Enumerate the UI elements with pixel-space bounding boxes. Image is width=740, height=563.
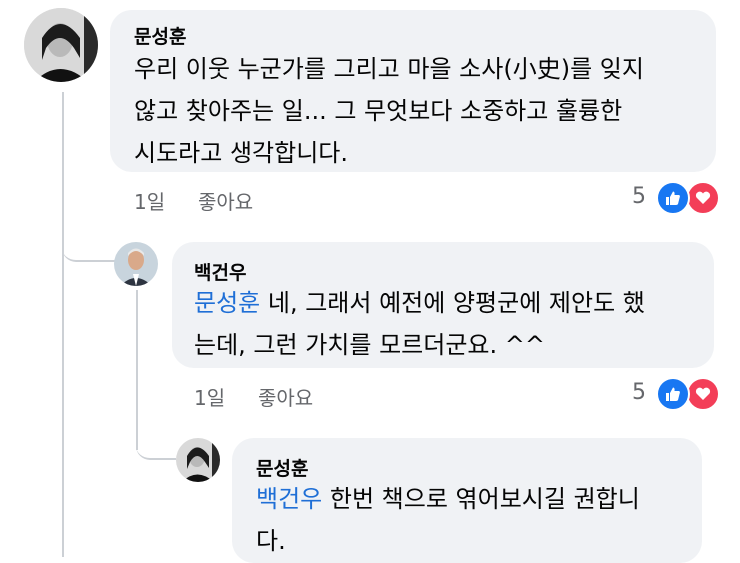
comment-line: 문성훈 네, 그래서 예전에 양평군에 제안도 했 [194, 289, 645, 317]
comment-line: 는데, 그런 가치를 모르더군요. ^^ [194, 331, 545, 359]
thread-connector [136, 428, 176, 460]
comment-line: 백건우 한번 책으로 엮어보시길 권합니 [256, 485, 640, 513]
like-icon[interactable] [656, 377, 690, 411]
avatar[interactable] [24, 8, 98, 82]
like-button[interactable]: 좋아요 [198, 186, 253, 215]
mention-link[interactable]: 문성훈 [194, 289, 260, 317]
thread-line-reply [136, 290, 138, 450]
comment-line: 시도라고 생각합니다. [134, 139, 348, 167]
love-icon[interactable] [686, 181, 720, 215]
like-button[interactable]: 좋아요 [258, 382, 313, 411]
comment-author[interactable]: 문성훈 [134, 22, 186, 49]
comment-text: 백건우 한번 책으로 엮어보시길 권합니 다. [256, 478, 702, 562]
avatar[interactable] [176, 438, 220, 482]
comment-author[interactable]: 문성훈 [256, 454, 308, 481]
reaction-count[interactable]: 5 [632, 184, 646, 209]
reaction-count[interactable]: 5 [632, 380, 646, 405]
thread-line-main [62, 92, 64, 557]
like-icon[interactable] [656, 181, 690, 215]
comment-author[interactable]: 백건우 [194, 258, 246, 285]
comment-text: 문성훈 네, 그래서 예전에 양평군에 제안도 했 는데, 그런 가치를 모르더… [194, 282, 714, 366]
mention-link[interactable]: 백건우 [256, 485, 322, 513]
avatar[interactable] [114, 242, 158, 286]
comment-line: 않고 찾아주는 일... 그 무엇보다 소중하고 훌륭한 [134, 97, 623, 125]
comment-time[interactable]: 1일 [134, 186, 165, 215]
comment-text: 우리 이웃 누군가를 그리고 마을 소사(小史)를 잊지 않고 찾아주는 일..… [134, 48, 714, 174]
comment-time[interactable]: 1일 [194, 382, 225, 411]
love-icon[interactable] [686, 377, 720, 411]
thread-connector [62, 230, 118, 262]
comment-line: 우리 이웃 누군가를 그리고 마을 소사(小史)를 잊지 [134, 55, 644, 83]
comment-line: 다. [256, 527, 286, 555]
